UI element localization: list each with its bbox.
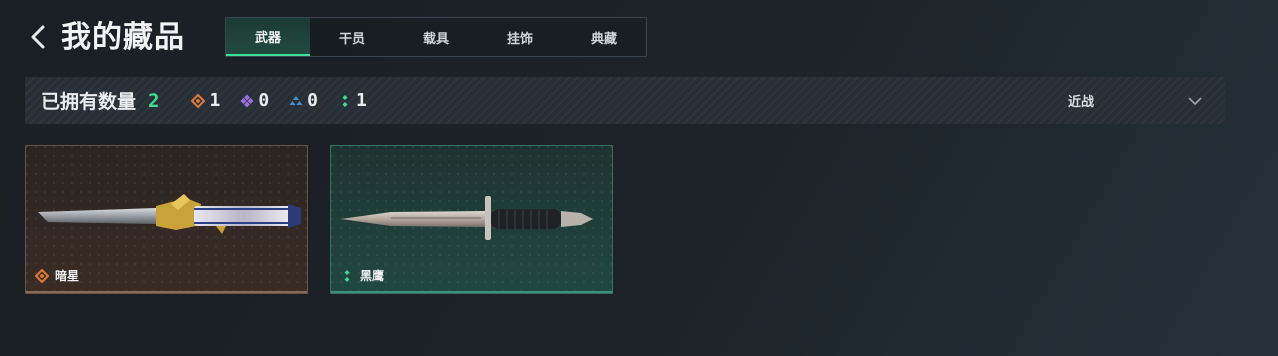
blue-triangle-icon xyxy=(289,94,303,108)
tab-weapons[interactable]: 武器 xyxy=(226,18,310,56)
tab-charms[interactable]: 挂饰 xyxy=(478,18,562,56)
green-dots-icon xyxy=(338,94,352,108)
rarity-count: 1 xyxy=(209,90,221,111)
chevron-down-icon xyxy=(1187,91,1203,110)
rarity-count-blue: 0 xyxy=(289,90,318,111)
tab-collection[interactable]: 典藏 xyxy=(562,18,646,56)
purple-diamond-icon xyxy=(240,94,254,108)
tab-vehicles[interactable]: 载具 xyxy=(394,18,478,56)
page-title: 我的藏品 xyxy=(61,20,185,55)
filter-selected-value: 近战 xyxy=(1068,95,1095,110)
rarity-count: 0 xyxy=(258,90,270,111)
item-name: 暗星 xyxy=(55,269,80,283)
rarity-count-green: 1 xyxy=(338,90,367,111)
rarity-count: 0 xyxy=(307,90,318,111)
owned-summary-bar: 已拥有数量 2 1 0 0 1 近战 xyxy=(25,77,1225,124)
item-name-row: 黑鹰 xyxy=(340,267,384,284)
item-name: 黑鹰 xyxy=(360,269,385,283)
owned-count-label: 已拥有数量 xyxy=(41,91,137,113)
category-tabs: 武器 干员 载具 挂饰 典藏 xyxy=(225,17,647,57)
item-card-anxing[interactable]: 暗星 xyxy=(25,145,308,294)
tab-operators[interactable]: 干员 xyxy=(310,18,394,56)
item-name-row: 暗星 xyxy=(35,267,79,284)
orange-diamond-icon xyxy=(191,93,206,108)
back-arrow-icon[interactable] xyxy=(26,22,52,52)
rarity-count-purple: 0 xyxy=(240,90,269,111)
owned-total-count: 2 xyxy=(148,89,160,112)
combat-knife-image xyxy=(341,196,593,240)
dagger-image xyxy=(38,194,301,234)
green-dots-icon xyxy=(340,269,354,283)
category-filter-dropdown[interactable]: 近战 xyxy=(1068,77,1203,124)
rarity-count-orange: 1 xyxy=(191,90,220,111)
rarity-count: 1 xyxy=(356,90,367,111)
orange-diamond-icon xyxy=(35,268,49,283)
item-card-heiying[interactable]: 黑鹰 xyxy=(330,145,613,294)
